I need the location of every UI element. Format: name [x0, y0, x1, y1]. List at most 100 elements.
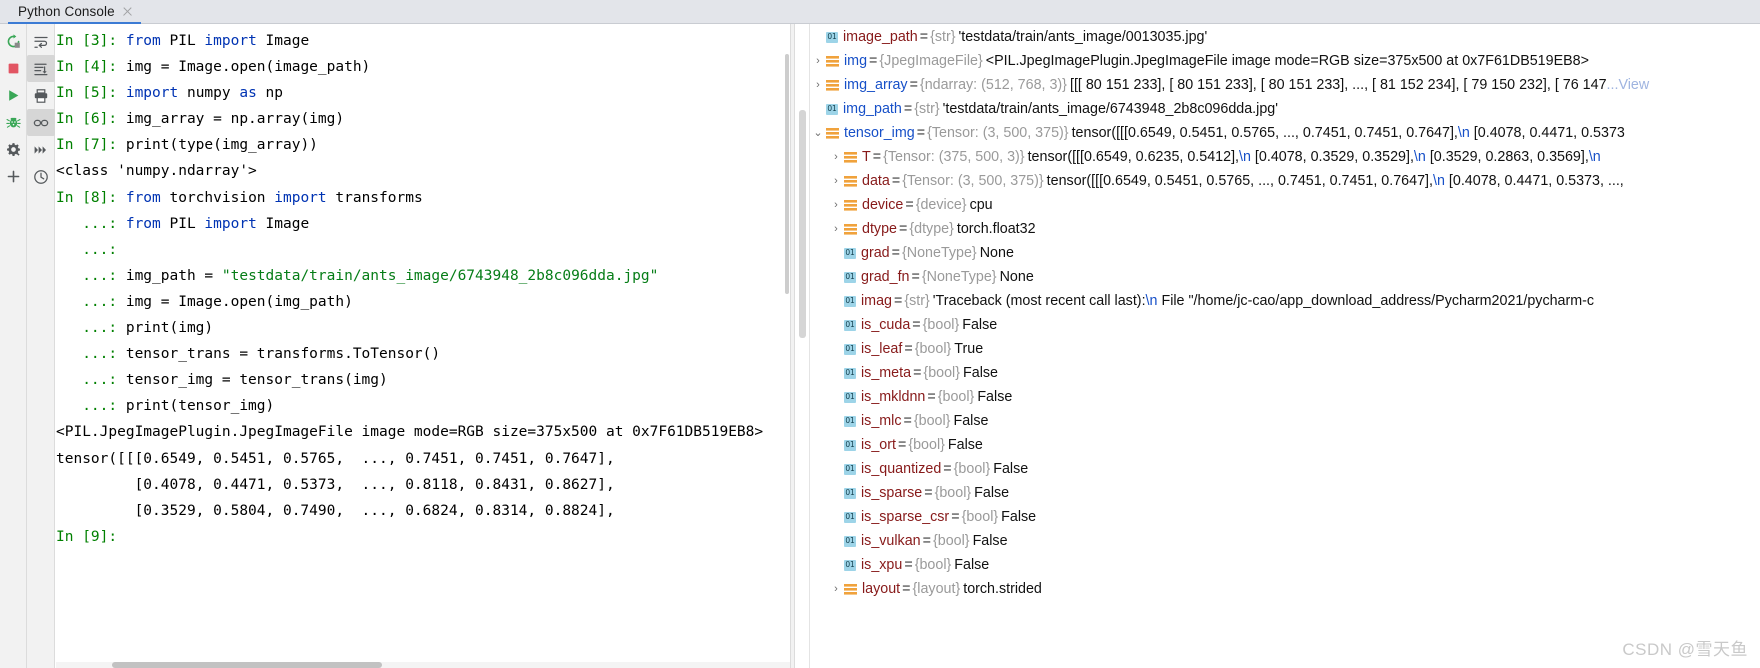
variable-row[interactable]: ⌄ tensor_img = {Tensor: (3, 500, 375)} tenso…	[810, 121, 1760, 145]
history-icon[interactable]	[27, 163, 55, 190]
view-as-array-link[interactable]: ...View	[1607, 77, 1650, 93]
variable-row[interactable]: is_leaf={bool}True	[810, 337, 1760, 361]
primitive-variable-icon	[844, 391, 856, 403]
variables-vertical-scroll-thumb[interactable]	[799, 110, 806, 338]
run-to-cursor-icon[interactable]	[27, 136, 55, 163]
variable-name: is_mlc	[861, 413, 902, 429]
chevron-right-icon[interactable]: ›	[828, 151, 844, 163]
primitive-variable-icon	[844, 511, 856, 523]
object-variable-icon	[844, 223, 857, 236]
object-variable-icon	[844, 583, 857, 596]
twisty-placeholder	[828, 248, 844, 259]
variable-row[interactable]: is_vulkan={bool}False	[810, 529, 1760, 553]
variable-name: device	[862, 197, 904, 213]
console-line: In [7]: print(type(img_array))	[56, 132, 763, 158]
soft-wrap-icon[interactable]	[27, 28, 55, 55]
console-line: [0.3529, 0.5804, 0.7490, ..., 0.6824, 0.…	[56, 498, 763, 524]
variable-equals: =	[903, 101, 913, 117]
variable-type: {str}	[914, 101, 940, 117]
console-vertical-scroll-thumb[interactable]	[785, 54, 789, 294]
variable-value: 'testdata/train/ants_image/6743948_2b8c0…	[942, 101, 1278, 117]
variable-row[interactable]: is_xpu={bool}False	[810, 553, 1760, 577]
variable-row[interactable]: is_sparse={bool}False	[810, 481, 1760, 505]
scroll-to-end-icon[interactable]	[27, 55, 55, 82]
variable-row[interactable]: is_mkldnn={bool}False	[810, 385, 1760, 409]
variable-row[interactable]: is_mlc={bool}False	[810, 409, 1760, 433]
rerun-icon[interactable]	[0, 28, 27, 55]
variable-name: T	[862, 149, 871, 165]
escape-sequence: \n	[1145, 293, 1158, 309]
variable-row[interactable]: is_cuda={bool}False	[810, 313, 1760, 337]
variable-equals: =	[927, 389, 936, 405]
variable-row[interactable]: › dtype = {dtype} torch.float32	[810, 217, 1760, 241]
variable-row[interactable]: imag={str}'Traceback (most recent call l…	[810, 289, 1760, 313]
console-code: In [3]: from PIL import Image In [4]: img…	[56, 24, 763, 550]
variable-row[interactable]: › T = {Tensor: (375, 500, 3)} tensor([[[0.65…	[810, 145, 1760, 169]
primitive-variable-icon	[844, 439, 856, 451]
variable-type: {NoneType}	[921, 269, 997, 285]
variable-value: tensor([[[0.6549, 0.5451, 0.5765, ..., 0…	[1046, 173, 1624, 189]
variable-name: grad_fn	[861, 269, 910, 285]
console-line: ...: from PIL import Image	[56, 211, 763, 237]
add-icon[interactable]	[0, 163, 27, 190]
chevron-right-icon[interactable]: ›	[810, 55, 826, 67]
variable-value: cpu	[969, 197, 993, 213]
console-horizontal-scrollbar[interactable]	[56, 662, 790, 668]
variable-row[interactable]: img_path={str}'testdata/train/ants_image…	[810, 97, 1760, 121]
console-line: [0.4078, 0.4471, 0.5373, ..., 0.8118, 0.…	[56, 472, 763, 498]
tab-python-console[interactable]: Python Console	[8, 0, 141, 24]
console-text-run: numpy	[178, 85, 240, 102]
variable-row[interactable]: is_quantized={bool}False	[810, 457, 1760, 481]
variable-name: data	[862, 173, 890, 189]
stop-icon[interactable]	[0, 55, 27, 82]
console-line: In [3]: from PIL import Image	[56, 28, 763, 54]
console-horizontal-scroll-thumb[interactable]	[112, 662, 382, 668]
variable-value: torch.strided	[963, 581, 1042, 597]
execute-icon[interactable]	[0, 82, 27, 109]
variable-row[interactable]: › device = {device} cpu	[810, 193, 1760, 217]
variable-row[interactable]: › data = {Tensor: (3, 500, 375)} tensor([[[0…	[810, 169, 1760, 193]
variable-row[interactable]: is_meta={bool}False	[810, 361, 1760, 385]
chevron-right-icon[interactable]: ›	[828, 223, 844, 235]
variables-panel[interactable]: image_path={str}'testdata/train/ants_ima…	[795, 24, 1760, 668]
console-output-area[interactable]: In [3]: from PIL import Image In [4]: img…	[56, 24, 790, 668]
primitive-variable-icon	[844, 367, 856, 379]
show-variables-icon[interactable]	[27, 109, 55, 136]
debug-icon[interactable]	[0, 109, 27, 136]
variable-row[interactable]: grad_fn={NoneType}None	[810, 265, 1760, 289]
chevron-right-icon[interactable]: ›	[810, 79, 826, 91]
variable-value: False	[993, 461, 1029, 477]
twisty-placeholder	[828, 488, 844, 499]
variables-vertical-scrollbar[interactable]	[795, 24, 809, 668]
variable-row[interactable]: is_sparse_csr={bool}False	[810, 505, 1760, 529]
chevron-right-icon[interactable]: ›	[828, 583, 844, 595]
twisty-placeholder	[810, 32, 826, 43]
console-text-run: In [4]:	[56, 59, 126, 76]
variable-row[interactable]: › img_array = {ndarray: (512, 768, 3)}[[[ 8…	[810, 73, 1760, 97]
variable-value: <PIL.JpegImagePlugin.JpegImageFile image…	[985, 53, 1589, 69]
primitive-variable-icon	[844, 559, 856, 571]
variable-type: {bool}	[961, 509, 999, 525]
variable-row[interactable]: grad={NoneType}None	[810, 241, 1760, 265]
variable-row[interactable]: image_path={str}'testdata/train/ants_ima…	[810, 25, 1760, 49]
close-icon[interactable]	[122, 6, 133, 17]
print-icon[interactable]	[27, 82, 55, 109]
variable-value: False	[962, 317, 998, 333]
variable-row[interactable]: › img = {JpegImageFile} <PIL.JpegImagePlugin…	[810, 49, 1760, 73]
chevron-right-icon[interactable]: ›	[828, 175, 844, 187]
variable-row[interactable]: › layout = {layout} torch.strided	[810, 577, 1760, 601]
console-line: In [8]: from torchvision import transfor…	[56, 185, 763, 211]
variable-equals: =	[912, 317, 921, 333]
settings-icon[interactable]	[0, 136, 27, 163]
twisty-placeholder	[828, 296, 844, 307]
variable-equals: =	[904, 557, 913, 573]
variable-value: True	[954, 341, 984, 357]
console-toolbar-primary	[0, 24, 27, 668]
variable-row[interactable]: is_ort={bool}False	[810, 433, 1760, 457]
object-variable-icon	[826, 127, 839, 140]
variable-equals: =	[911, 269, 920, 285]
chevron-down-icon[interactable]: ⌄	[810, 127, 826, 139]
pycharm-python-console-window: Python Console In [3]: from PIL import I…	[0, 0, 1760, 668]
chevron-right-icon[interactable]: ›	[828, 199, 844, 211]
variable-name: is_meta	[861, 365, 912, 381]
